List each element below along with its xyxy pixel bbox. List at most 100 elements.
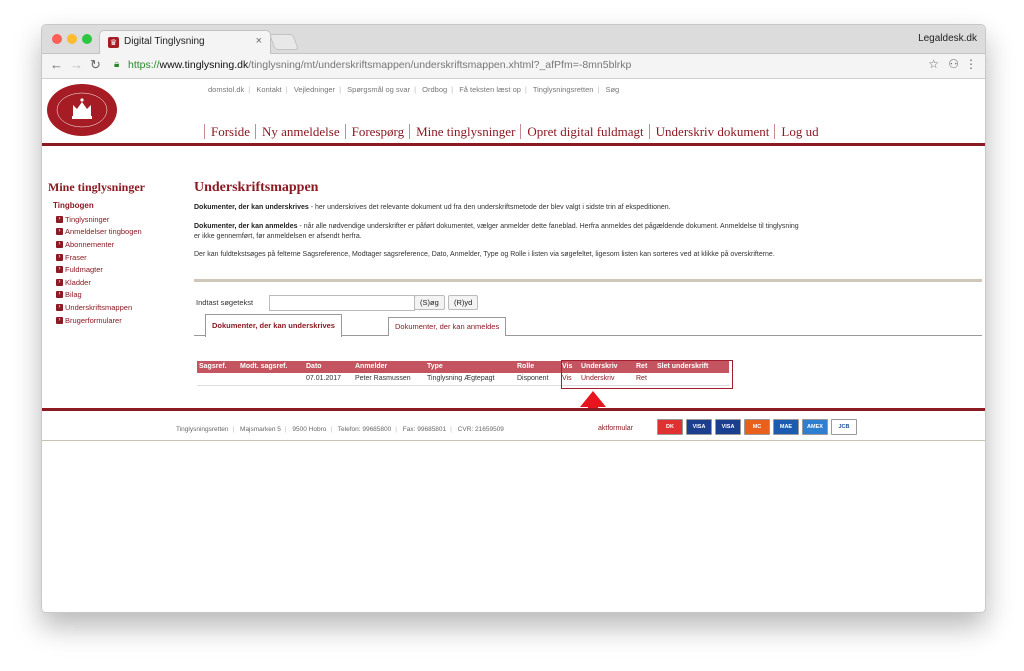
tinglysningsretten-logo[interactable] (46, 83, 118, 137)
footer-address: Tinglysningsretten | Majsmarken 5 | 9500 H… (176, 426, 504, 433)
visa-electron-icon: VISA (715, 419, 741, 435)
maestro-icon: MAE (773, 419, 799, 435)
page-viewport: domstol.dk | Kontakt | Vejledninger | Spørg… (42, 79, 985, 612)
tab-title: Digital Tinglysning (124, 36, 205, 47)
menu-icon[interactable]: ⋮ (965, 57, 977, 71)
sidebar-item-fuldmagter[interactable]: › Fuldmagter (56, 263, 142, 276)
sidebar-item-bilag[interactable]: › Bilag (56, 289, 142, 302)
profile-name[interactable]: Legaldesk.dk (918, 33, 977, 44)
nav-foresporg[interactable]: Forespørg (344, 124, 410, 139)
lock-icon: 🔒︎ (114, 59, 120, 70)
util-link-domstol[interactable]: domstol.dk (208, 85, 244, 94)
sidebar-item-tinglysninger[interactable]: › Tinglysninger (56, 213, 142, 226)
forward-icon[interactable]: → (70, 57, 83, 72)
cell-modt-sagsref (238, 373, 304, 385)
tab-dokumenter-anmeldes[interactable]: Dokumenter, der kan anmeldes (388, 317, 507, 336)
favicon-icon: ♛ (108, 37, 119, 48)
search-input[interactable] (269, 295, 415, 311)
nav-log-ud[interactable]: Log ud (774, 124, 824, 139)
bullet-icon: › (56, 291, 63, 299)
intro-paragraph-3: Der kan fuldtekstsøges på felterne Sagsr… (194, 251, 775, 258)
cell-anmelder: Peter Rasmussen (355, 375, 411, 382)
sidebar-item-abonnementer[interactable]: › Abonnementer (56, 238, 142, 251)
sidebar-title: Mine tinglysninger (48, 180, 146, 194)
col-dato[interactable]: Dato (304, 361, 353, 373)
back-icon[interactable]: ← (50, 57, 63, 72)
cell-type: Tinglysning Ægtepagt (427, 375, 495, 382)
header-divider (42, 143, 985, 146)
utility-links: domstol.dk | Kontakt | Vejledninger | Spørg… (208, 85, 620, 94)
bookmark-star-icon[interactable]: ☆ (928, 57, 939, 71)
reload-icon[interactable]: ↻ (90, 57, 101, 73)
content-divider (194, 279, 982, 282)
address-bar[interactable]: https://www.tinglysning.dk/tinglysning/m… (128, 59, 631, 71)
page-title: Underskriftsmappen (194, 180, 319, 195)
browser-tab[interactable]: ♛ Digital Tinglysning × (99, 30, 271, 55)
amex-icon: AMEX (802, 419, 828, 435)
cell-dato: 07.01.2017 (306, 375, 342, 382)
cell-rolle: Disponent (517, 375, 549, 382)
util-link-tinglysningsretten[interactable]: Tinglysningsretten (533, 85, 594, 94)
bullet-icon: › (56, 278, 63, 286)
new-tab-button[interactable] (269, 34, 299, 50)
main-navigation: Forside Ny anmeldelse Forespørg Mine tingly… (204, 124, 824, 140)
clear-button[interactable]: (R)yd (448, 295, 479, 310)
minimize-window-button[interactable] (67, 34, 77, 44)
intro-paragraph-2: Dokumenter, der kan anmeldes - når alle … (194, 223, 799, 230)
col-rolle[interactable]: Rolle (515, 361, 560, 373)
util-link-vejledninger[interactable]: Vejledninger (294, 85, 335, 94)
intro-paragraph-2-cont: er ikke gennemført, før anmeldelsen er a… (194, 233, 362, 240)
tab-bar: ♛ Digital Tinglysning × Legaldesk.dk (42, 25, 985, 55)
cell-sagsref (197, 373, 238, 385)
mastercard-icon: MC (744, 419, 770, 435)
bullet-icon: › (56, 253, 63, 261)
sidebar-item-kladder[interactable]: › Kladder (56, 276, 142, 289)
nav-underskriv-dokument[interactable]: Underskriv dokument (648, 124, 775, 139)
col-sagsref[interactable]: Sagsref. (197, 361, 238, 373)
dankort-icon: DK (657, 419, 683, 435)
close-window-button[interactable] (52, 34, 62, 44)
col-anmelder[interactable]: Anmelder (353, 361, 425, 373)
visa-icon: VISA (686, 419, 712, 435)
util-link-search[interactable]: Søg (605, 85, 619, 94)
action-columns-highlight (561, 360, 733, 389)
bullet-icon: › (56, 303, 63, 311)
url-scheme: https:// (128, 59, 160, 71)
tab-close-icon[interactable]: × (256, 35, 262, 47)
sidebar-item-fraser[interactable]: › Fraser (56, 251, 142, 264)
bullet-icon: › (56, 316, 63, 324)
footer-kontaktformular-link[interactable]: aktformular (598, 425, 633, 432)
tab-dokumenter-underskrives[interactable]: Dokumenter, der kan underskrives (205, 314, 342, 337)
col-modt-sagsref[interactable]: Modt. sagsref. (238, 361, 304, 373)
nav-opret-fuldmagt[interactable]: Opret digital fuldmagt (520, 124, 649, 139)
browser-toolbar: ← → ↻ 🔒︎ https://www.tinglysning.dk/ting… (42, 54, 985, 79)
jcb-icon: JCB (831, 419, 857, 435)
url-host: www.tinglysning.dk (159, 59, 249, 71)
sidebar-item-brugerformularer[interactable]: › Brugerformularer (56, 314, 142, 327)
util-link-faq[interactable]: Spørgsmål og svar (347, 85, 410, 94)
bullet-icon: › (56, 266, 63, 274)
url-path: /tinglysning/mt/underskriftsmappen/under… (248, 59, 632, 71)
footer: Tinglysningsretten | Majsmarken 5 | 9500 H… (42, 408, 985, 441)
sidebar-section-tingbogen[interactable]: Tingbogen (53, 201, 94, 210)
bullet-icon: › (56, 215, 63, 223)
nav-forside[interactable]: Forside (204, 124, 255, 139)
browser-window: ♛ Digital Tinglysning × Legaldesk.dk ← →… (41, 24, 986, 613)
nav-ny-anmeldelse[interactable]: Ny anmeldelse (255, 124, 345, 139)
payment-cards: DK VISA VISA MC MAE AMEX JCB (657, 419, 857, 435)
maximize-window-button[interactable] (82, 34, 92, 44)
util-link-read-aloud[interactable]: Få teksten læst op (459, 85, 521, 94)
bullet-icon: › (56, 228, 63, 236)
search-button[interactable]: (S)øg (414, 295, 445, 310)
sidebar-item-anmeldelser[interactable]: › Anmeldelser tingbogen (56, 226, 142, 239)
search-label: Indtast søgetekst (196, 298, 254, 307)
sidebar-item-underskriftsmappen[interactable]: › Underskriftsmappen (56, 301, 142, 314)
col-type[interactable]: Type (425, 361, 515, 373)
bullet-icon: › (56, 240, 63, 248)
intro-paragraph-1: Dokumenter, der kan underskrives - her u… (194, 204, 671, 211)
util-link-ordbog[interactable]: Ordbog (422, 85, 447, 94)
nav-mine-tinglysninger[interactable]: Mine tinglysninger (409, 124, 521, 139)
sidebar-list: › Tinglysninger › Anmeldelser tingbogen › A… (56, 213, 142, 326)
extension-icon[interactable]: ⚇ (948, 57, 959, 71)
util-link-kontakt[interactable]: Kontakt (256, 85, 281, 94)
